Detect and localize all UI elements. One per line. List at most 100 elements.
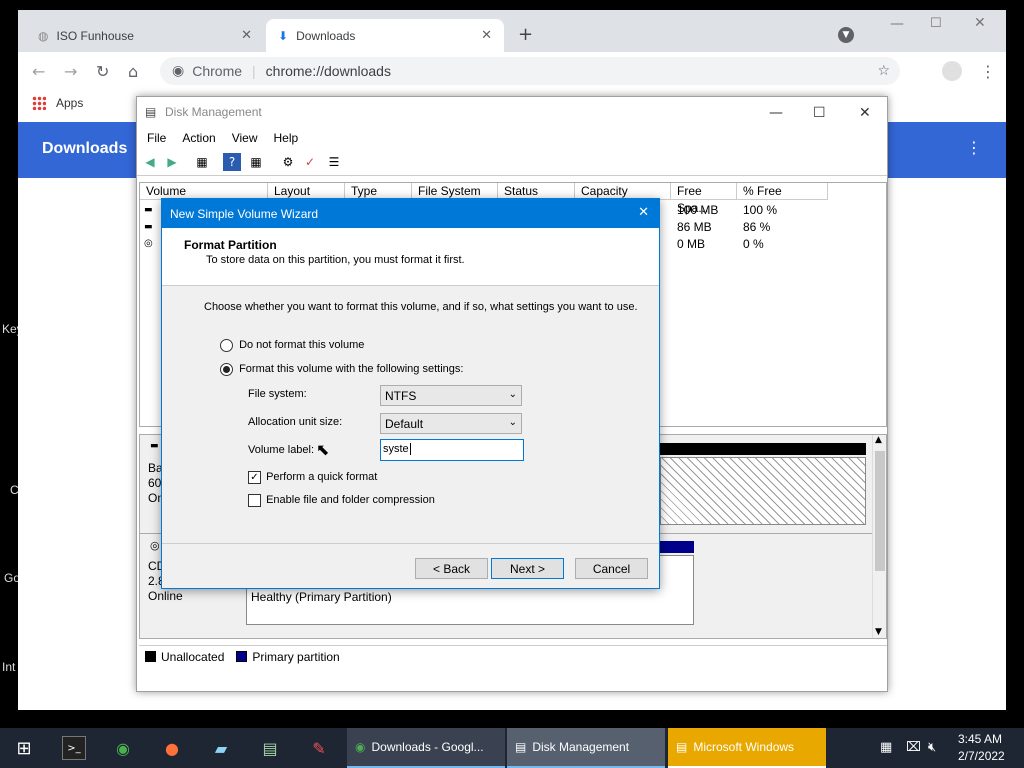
chevron-down-icon: ⌄ (508, 417, 517, 428)
compression-checkbox[interactable] (248, 494, 261, 507)
partition-block-hatched[interactable] (660, 457, 866, 525)
wizard-heading: Format Partition (184, 238, 277, 252)
settings-icon[interactable]: ☰ (325, 153, 343, 171)
checkbox-label: Enable file and folder compression (266, 494, 435, 507)
omnibox-divider: | (252, 63, 256, 79)
forward-icon[interactable]: → (64, 62, 77, 81)
wizard-subheading: To store data on this partition, you mus… (206, 254, 465, 266)
next-button[interactable]: Next > (491, 558, 564, 579)
volume-muted-icon[interactable]: 🔇︎ (928, 740, 936, 755)
menu-view[interactable]: View (232, 131, 258, 145)
percent-free-value: 86 % (743, 220, 771, 234)
firefox-icon[interactable]: ● (160, 736, 184, 760)
connect-icon[interactable]: ⚙ (279, 153, 297, 171)
maximize-icon[interactable]: ☐ (813, 105, 826, 121)
allocation-unit-select[interactable]: Default ⌄ (380, 413, 522, 434)
file-system-select[interactable]: NTFS ⌄ (380, 385, 522, 406)
menu-icon[interactable]: ⋮ (980, 62, 996, 81)
clock-date[interactable]: 2/7/2022 (958, 749, 1005, 763)
radio-no-format[interactable] (220, 339, 233, 352)
scroll-thumb[interactable] (875, 451, 885, 571)
chrome-icon: ◉ (355, 740, 366, 754)
disk-mgmt-app-icon: ▤ (515, 740, 527, 754)
radio-label: Do not format this volume (239, 339, 365, 352)
globe-icon: ◍ (38, 28, 49, 43)
back-button[interactable]: < Back (415, 558, 488, 579)
volume-label-label: Volume label: (248, 444, 315, 456)
downloads-menu-icon[interactable]: ⋮ (966, 138, 982, 157)
tab-search-icon[interactable]: ▼ (838, 27, 854, 43)
list-view-icon[interactable]: ▦ (193, 153, 211, 171)
no-format-option[interactable]: Do not format this volume (220, 339, 364, 352)
close-icon[interactable]: ✕ (638, 205, 649, 220)
mouse-cursor-icon: ⬉ (316, 440, 330, 459)
close-tab-icon[interactable]: ✕ (481, 28, 492, 43)
browser-toolbar: ← → ↻ ⌂ ◉ Chrome | chrome://downloads ☆ … (18, 52, 1006, 90)
quick-format-checkbox[interactable]: ✓ (248, 471, 261, 484)
clock-time[interactable]: 3:45 AM (958, 732, 1002, 746)
radio-format[interactable] (220, 363, 233, 376)
scroll-up-icon[interactable]: ▲ (875, 435, 882, 445)
page-title: Downloads (42, 140, 128, 157)
task-label: Disk Management (532, 740, 630, 754)
check-icon[interactable]: ✓ (301, 153, 319, 171)
start-icon[interactable]: ⊞ (12, 736, 36, 760)
close-tab-icon[interactable]: ✕ (241, 28, 252, 43)
close-window-icon[interactable]: ✕ (859, 105, 871, 121)
minimize-icon[interactable]: — (769, 105, 783, 121)
volume-label-value: syste (383, 443, 409, 455)
forward-icon[interactable]: ▶ (163, 153, 181, 171)
omnibox[interactable]: ◉ Chrome | chrome://downloads ☆ (160, 57, 900, 85)
unallocated-swatch (145, 651, 156, 662)
apps-link[interactable]: Apps (56, 96, 83, 110)
maximize-icon[interactable]: ☐ (930, 16, 942, 31)
task-chrome-downloads[interactable]: ◉ Downloads - Googl... (347, 728, 505, 768)
tab-iso-funhouse[interactable]: ◍ ISO Funhouse ✕ (26, 19, 264, 52)
chrome-icon[interactable]: ◉ (111, 736, 135, 760)
volume-label-input[interactable]: syste (380, 439, 524, 461)
new-tab-button[interactable]: + (518, 24, 533, 45)
wizard-header: Format Partition To store data on this p… (162, 228, 659, 286)
back-icon[interactable]: ← (32, 62, 45, 81)
quick-format-option[interactable]: ✓ Perform a quick format (248, 471, 377, 484)
file-system-value: NTFS (385, 388, 417, 403)
spreadsheet-icon[interactable]: ▤ (258, 736, 282, 760)
home-icon[interactable]: ⌂ (128, 62, 138, 81)
profile-avatar[interactable] (942, 61, 962, 81)
terminal-icon[interactable]: >_ (62, 736, 86, 760)
percent-free-value: 100 % (743, 203, 778, 217)
checkbox-label: Perform a quick format (266, 471, 378, 484)
minimize-icon[interactable]: — (890, 16, 904, 32)
bookmark-star-icon[interactable]: ☆ (877, 63, 890, 79)
format-option[interactable]: Format this volume with the following se… (220, 363, 463, 376)
help-icon[interactable]: ? (223, 153, 241, 171)
vertical-scrollbar[interactable]: ▲ ▼ (872, 435, 886, 638)
task-microsoft-windows[interactable]: ▤ Microsoft Windows (668, 728, 826, 768)
download-icon: ⬇ (278, 28, 289, 43)
task-disk-management[interactable]: ▤ Disk Management (507, 728, 665, 768)
scroll-down-icon[interactable]: ▼ (875, 627, 882, 637)
tab-downloads[interactable]: ⬇ Downloads ✕ (266, 19, 504, 52)
tab-title: Downloads (296, 28, 356, 43)
legend-primary: Primary partition (252, 649, 340, 664)
tab-title: ISO Funhouse (56, 28, 134, 43)
back-icon[interactable]: ◀ (141, 153, 159, 171)
window-title: Disk Management (165, 105, 262, 119)
col-free-space[interactable]: Free Spa... (671, 183, 737, 215)
col-percent-free[interactable]: % Free (737, 183, 828, 200)
compression-option[interactable]: Enable file and folder compression (248, 494, 435, 507)
radio-label: Format this volume with the following se… (239, 363, 464, 376)
properties-icon[interactable]: ▦ (247, 153, 265, 171)
cancel-button[interactable]: Cancel (575, 558, 648, 579)
usb-icon[interactable]: ⌧ (906, 740, 921, 755)
primary-partition-bar (660, 541, 694, 553)
close-window-icon[interactable]: ✕ (974, 15, 986, 31)
reload-icon[interactable]: ↻ (96, 62, 109, 81)
menu-help[interactable]: Help (274, 131, 299, 145)
menu-file[interactable]: File (147, 131, 166, 145)
paint-icon[interactable]: ✎ (307, 736, 331, 760)
color-tray-icon[interactable]: ▦ (880, 740, 892, 755)
menu-action[interactable]: Action (182, 131, 215, 145)
allocation-unit-value: Default (385, 416, 424, 431)
notepad-icon[interactable]: ▰ (209, 736, 233, 760)
